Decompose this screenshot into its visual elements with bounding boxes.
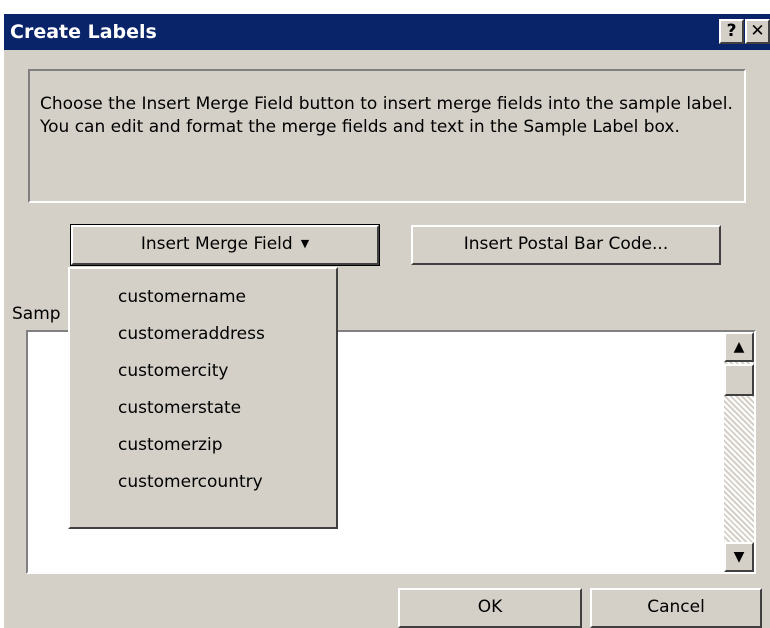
scrollbar-thumb[interactable] xyxy=(724,364,754,396)
merge-field-item[interactable]: customerzip xyxy=(118,435,223,455)
scroll-up-icon[interactable]: ▲ xyxy=(724,332,754,362)
scroll-down-icon[interactable]: ▼ xyxy=(724,542,754,572)
insert-merge-field-button[interactable]: Insert Merge Field ▼ xyxy=(70,224,380,266)
cancel-button[interactable]: Cancel xyxy=(590,588,762,628)
merge-field-item[interactable]: customercity xyxy=(118,361,228,381)
close-button[interactable]: ✕ xyxy=(745,19,770,44)
merge-field-dropdown: customername customeraddress customercit… xyxy=(68,267,338,529)
vertical-scrollbar[interactable]: ▲ ▼ xyxy=(724,332,754,572)
ok-button[interactable]: OK xyxy=(398,588,582,628)
insert-postal-bar-code-button[interactable]: Insert Postal Bar Code... xyxy=(411,225,721,265)
title-bar: Create Labels ? ✕ xyxy=(4,14,770,50)
dialog-title: Create Labels xyxy=(10,21,157,43)
insert-merge-field-label: Insert Merge Field xyxy=(140,234,293,254)
merge-field-item[interactable]: customername xyxy=(118,287,246,307)
merge-field-item[interactable]: customeraddress xyxy=(118,324,265,344)
create-labels-dialog: Create Labels ? ✕ Choose the Insert Merg… xyxy=(3,13,770,628)
sample-label-caption: Samp xyxy=(12,304,61,324)
merge-field-item[interactable]: customercountry xyxy=(118,472,263,492)
instructions-panel: Choose the Insert Merge Field button to … xyxy=(28,69,746,203)
help-button[interactable]: ? xyxy=(719,19,744,44)
dropdown-arrow-icon: ▼ xyxy=(300,237,310,250)
merge-field-item[interactable]: customerstate xyxy=(118,398,241,418)
